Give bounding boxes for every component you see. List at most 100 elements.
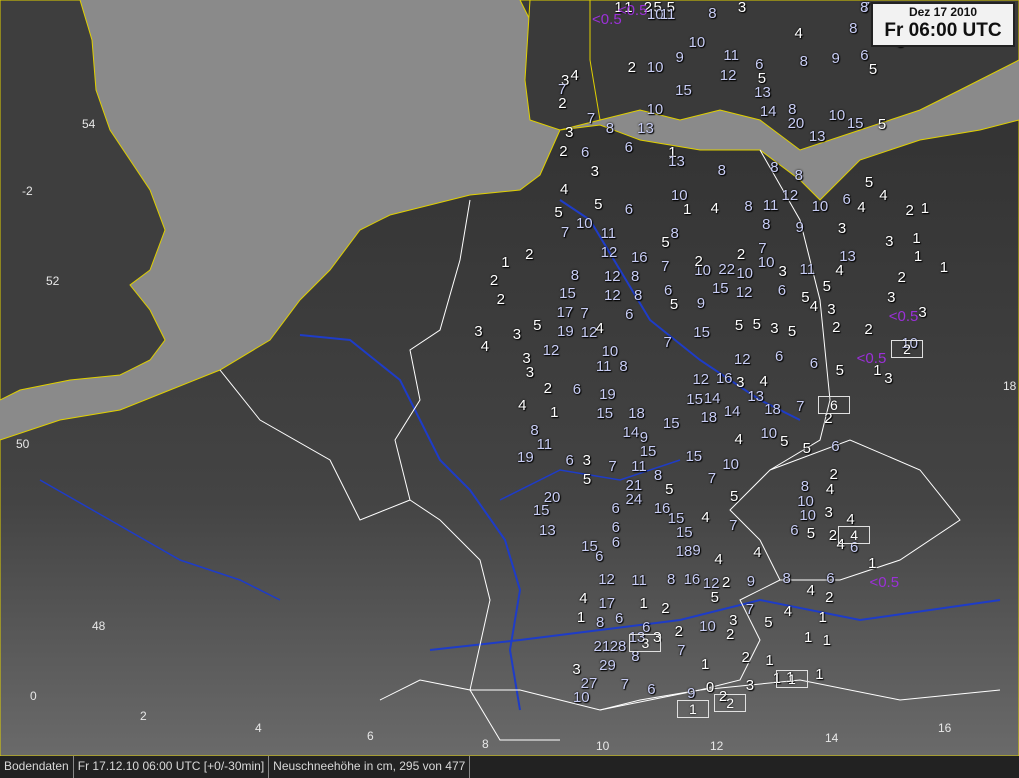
snow-depth-value: 2 — [558, 95, 567, 113]
snow-depth-value: 5 — [802, 440, 811, 458]
snow-depth-value: 4 — [734, 431, 743, 449]
boxed-snow-value: 4 — [838, 526, 871, 545]
boxed-snow-value: 1 — [676, 700, 709, 719]
longitude-label: -2 — [22, 184, 33, 198]
map-background — [0, 0, 1019, 756]
snow-depth-value: 5 — [801, 289, 810, 307]
boxed-snow-value: 3 — [629, 634, 662, 653]
snow-depth-value: 6 — [775, 348, 784, 366]
snow-depth-value: 6 — [647, 680, 656, 698]
snow-depth-value: 1 — [822, 631, 831, 649]
snow-depth-value: 4 — [835, 262, 844, 280]
weather-map: 54 52 50 48 -2 0 2 4 6 8 10 12 14 16 18 1 2 5 1 5 <0.5 <0.5 10… — [0, 0, 1019, 756]
snow-depth-value: 8 — [670, 224, 679, 242]
snow-depth-value: 12 — [598, 571, 615, 589]
snow-depth-value: 5 — [787, 323, 797, 341]
snow-depth-value: 4 — [825, 480, 835, 498]
snow-depth-value: 3 — [824, 504, 833, 522]
snow-depth-value: 3 — [885, 233, 894, 251]
snow-depth-value: 5 — [864, 174, 874, 192]
snow-depth-value: 14 — [622, 424, 640, 442]
snow-depth-value: 11 — [631, 457, 647, 475]
snow-depth-value: 12 — [603, 267, 621, 285]
snow-depth-value: <0.5 — [617, 1, 648, 19]
snow-depth-value: 6 — [625, 305, 634, 323]
snow-depth-value: 4 — [794, 24, 803, 42]
date-label: Dez 17 2010 — [908, 5, 978, 19]
snow-depth-value: 2 — [525, 245, 534, 263]
snow-depth-value: 10 — [736, 265, 754, 283]
snow-depth-value: 17 — [598, 595, 616, 613]
snow-depth-value: 18 — [628, 405, 645, 423]
snow-depth-value: 3 — [572, 660, 581, 678]
snow-depth-value: 3 — [745, 677, 755, 695]
snow-depth-value: 5 — [752, 316, 761, 334]
snow-depth-value: 1 — [818, 608, 827, 626]
snow-depth-value: 6 — [611, 500, 620, 518]
snow-depth-value: 12 — [733, 350, 751, 368]
snow-depth-value: 9 — [696, 295, 706, 313]
snow-depth-value: 13 — [637, 120, 654, 138]
snow-depth-value: 6 — [624, 201, 634, 219]
snow-depth-value: 3 — [736, 374, 745, 392]
snow-depth-value: 18 — [675, 542, 693, 560]
snow-depth-value: 6 — [642, 619, 651, 637]
snow-depth-value: 7 — [580, 305, 589, 323]
snow-depth-value: 3 — [918, 304, 927, 321]
snow-depth-value: 10 — [757, 254, 775, 272]
snow-depth-value: 2 — [543, 379, 552, 397]
snow-depth-value: 4 — [518, 397, 527, 415]
snow-depth-value: 6 — [611, 533, 621, 551]
snow-depth-value: 3 — [770, 319, 779, 337]
snow-depth-value: 15 — [532, 502, 550, 520]
snow-depth-value: 8 — [799, 52, 809, 70]
snow-depth-value: 8 — [570, 266, 580, 284]
snow-depth-value: 2 — [905, 202, 914, 220]
longitude-label: 0 — [30, 689, 37, 703]
snow-depth-value: 1 — [639, 595, 648, 613]
snow-depth-value: <0.5 — [869, 574, 900, 592]
snow-depth-value: 11 — [595, 357, 612, 375]
snow-depth-value: 8 — [653, 467, 663, 485]
snow-depth-value: 2 — [661, 600, 670, 618]
snow-depth-value: 7 — [707, 470, 717, 488]
snow-depth-value: 3 — [590, 162, 599, 180]
snow-depth-value: 9 — [692, 542, 701, 560]
snow-depth-value: 10 — [646, 101, 664, 119]
snow-depth-value: 1 — [550, 403, 559, 421]
snow-depth-value: 13 — [747, 387, 765, 405]
snow-depth-value: 2 — [674, 623, 683, 641]
snow-depth-value: 0 — [705, 679, 715, 697]
snow-depth-value: 4 — [570, 67, 579, 85]
longitude-label: 10 — [596, 739, 610, 753]
snow-depth-value: 2 — [864, 320, 873, 338]
snow-depth-value: 5 — [877, 116, 887, 134]
snow-depth-value: 4 — [879, 186, 888, 204]
snow-depth-value: 11 — [631, 571, 647, 589]
snow-depth-value: 8 — [794, 166, 804, 184]
snow-depth-value: 4 — [806, 581, 815, 599]
snow-depth-value: 10 — [811, 198, 829, 216]
snow-depth-value: 15 — [846, 114, 864, 132]
snow-depth-value: 24 — [625, 490, 643, 508]
snow-depth-value: 7 — [729, 516, 738, 534]
snow-depth-value: 10 — [799, 506, 816, 524]
boxed-snow-value: 6 — [817, 396, 850, 415]
snow-depth-value: 18 — [700, 409, 718, 427]
time-panel: Dez 17 2010 Fr 06:00 UTC — [871, 2, 1015, 47]
snow-depth-value: 7 — [796, 398, 805, 416]
snow-depth-value: 16 — [715, 370, 733, 388]
snow-depth-value: 8 — [667, 571, 676, 589]
latitude-label: 52 — [46, 274, 60, 288]
snow-depth-value: 3 — [512, 325, 522, 343]
snow-depth-value: 5 — [710, 588, 719, 606]
snow-depth-value: 6 — [565, 451, 574, 469]
snow-depth-value: 15 — [596, 405, 614, 423]
snow-depth-value: 9 — [795, 218, 804, 236]
snow-depth-value: 1 — [815, 665, 824, 683]
snow-depth-value: 6 — [826, 570, 835, 588]
snow-depth-value: 5 — [533, 317, 542, 335]
snow-depth-value: 15 — [675, 523, 693, 541]
snow-depth-value: 4 — [714, 550, 723, 568]
snow-depth-value: 6 — [790, 521, 799, 539]
